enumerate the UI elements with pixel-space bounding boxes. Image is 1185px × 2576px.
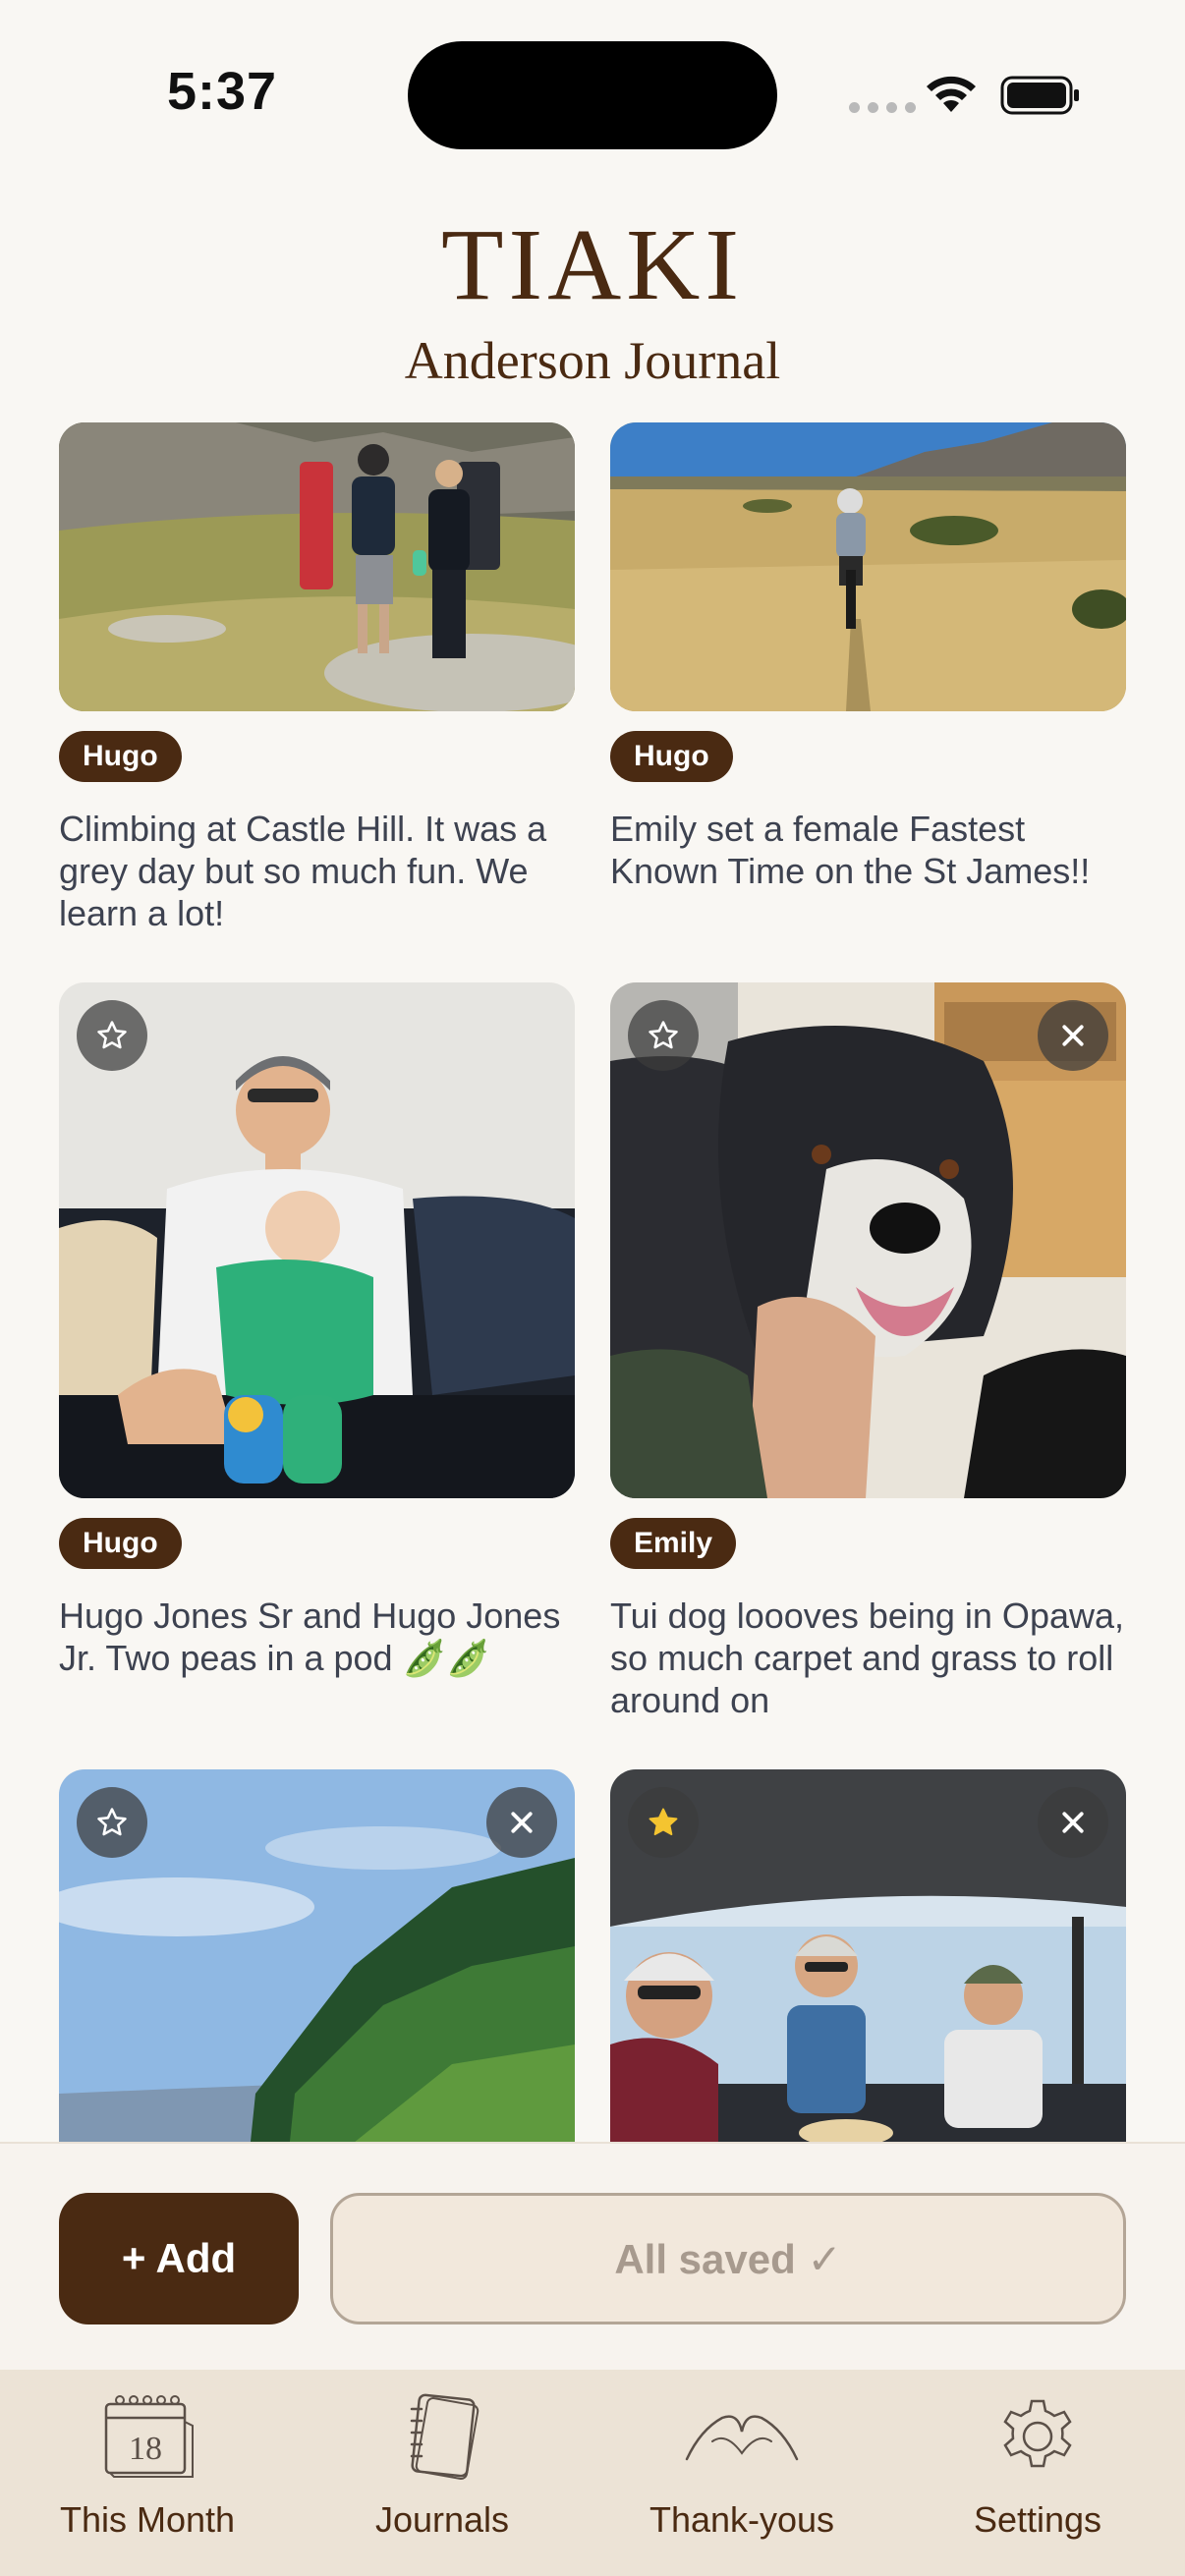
app-brand-title: TIAKI <box>440 208 744 321</box>
journal-entry-card[interactable] <box>610 1769 1126 2142</box>
entry-caption[interactable]: Climbing at Castle Hill. It was a grey d… <box>59 808 575 934</box>
journal-entry-card[interactable]: Hugo Hugo Jones Sr and Hugo Jones Jr. Tw… <box>59 982 575 1679</box>
favorite-star-button[interactable] <box>628 1000 699 1071</box>
author-badge: Hugo <box>59 1518 182 1569</box>
star-outline-icon <box>97 1808 127 1836</box>
notebook-icon <box>398 2387 486 2486</box>
tab-settings[interactable]: Settings <box>930 2387 1146 2564</box>
favorite-star-button[interactable] <box>77 1787 147 1858</box>
star-outline-icon <box>97 1021 127 1049</box>
wifi-icon <box>927 76 976 112</box>
journal-feed[interactable]: Hugo Climbing at Castle Hill. It was a g… <box>0 422 1185 2142</box>
save-status-button[interactable]: All saved ✓ <box>330 2193 1126 2324</box>
climbers-photo <box>59 422 575 711</box>
calendar-day-number: 18 <box>129 2431 162 2467</box>
gear-icon <box>992 2387 1083 2486</box>
author-badge: Hugo <box>610 731 733 782</box>
tab-label: Journals <box>374 2499 510 2540</box>
favorite-star-button[interactable] <box>628 1787 699 1858</box>
tab-label: Settings <box>973 2499 1102 2540</box>
author-badge: Emily <box>610 1518 737 1569</box>
entry-photo[interactable] <box>610 1769 1126 2142</box>
entry-photo[interactable] <box>610 982 1126 1498</box>
tab-bar: 18 This Month Journals Thank-yous Settin… <box>0 2370 1185 2576</box>
star-filled-icon <box>649 1808 678 1836</box>
entry-photo[interactable] <box>59 1769 575 2142</box>
heart-hands-icon <box>683 2387 801 2486</box>
journal-entry-card[interactable]: Emily Tui dog loooves being in Opawa, so… <box>610 982 1126 1721</box>
cyclist-photo <box>610 422 1126 711</box>
journal-entry-card[interactable] <box>59 1769 575 2142</box>
tab-label: This Month <box>59 2499 236 2540</box>
battery-icon <box>1000 76 1079 115</box>
entry-caption[interactable]: Tui dog loooves being in Opawa, so much … <box>610 1595 1126 1721</box>
cellular-signal-icon <box>849 102 916 113</box>
close-icon <box>1062 1025 1084 1046</box>
entry-caption[interactable]: Emily set a female Fastest Known Time on… <box>610 808 1126 892</box>
action-bar: + Add All saved ✓ <box>0 2142 1185 2370</box>
tab-this-month[interactable]: 18 This Month <box>39 2387 255 2564</box>
entry-photo[interactable] <box>610 422 1126 711</box>
tab-journals[interactable]: Journals <box>334 2387 550 2564</box>
entry-photo[interactable] <box>59 982 575 1498</box>
status-time: 5:37 <box>167 62 278 121</box>
tab-thank-yous[interactable]: Thank-yous <box>629 2387 855 2564</box>
favorite-star-button[interactable] <box>77 1000 147 1071</box>
journal-title[interactable]: Anderson Journal <box>0 334 1185 387</box>
journal-entry-card[interactable]: Hugo Climbing at Castle Hill. It was a g… <box>59 422 575 934</box>
status-bar: 5:37 <box>0 0 1185 196</box>
journal-entry-card[interactable]: Hugo Emily set a female Fastest Known Ti… <box>610 422 1126 892</box>
add-entry-button[interactable]: + Add <box>59 2193 299 2324</box>
calendar-icon: 18 <box>98 2387 197 2486</box>
author-badge: Hugo <box>59 731 182 782</box>
close-icon <box>1062 1812 1084 1833</box>
remove-entry-button[interactable] <box>486 1787 557 1858</box>
tab-label: Thank-yous <box>649 2499 835 2540</box>
remove-entry-button[interactable] <box>1038 1787 1108 1858</box>
star-outline-icon <box>649 1021 678 1049</box>
remove-entry-button[interactable] <box>1038 1000 1108 1071</box>
entry-caption[interactable]: Hugo Jones Sr and Hugo Jones Jr. Two pea… <box>59 1595 575 1679</box>
close-icon <box>511 1812 533 1833</box>
dynamic-island <box>408 41 777 149</box>
entry-photo[interactable] <box>59 422 575 711</box>
